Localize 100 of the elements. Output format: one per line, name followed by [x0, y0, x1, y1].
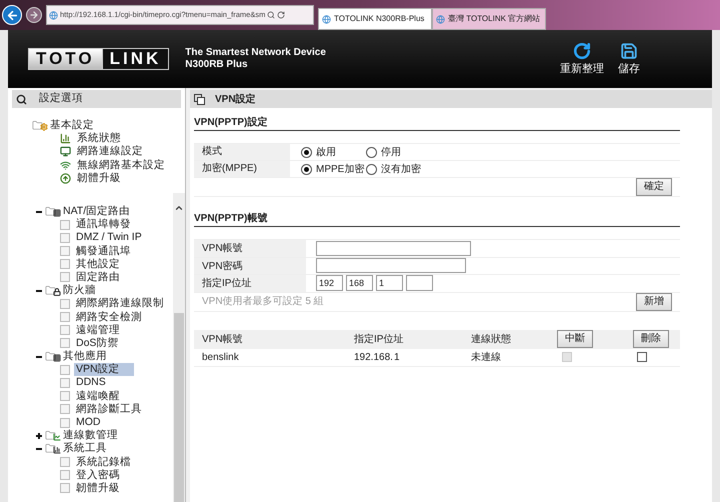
tree-item[interactable]: 其他設定 [74, 258, 122, 271]
page-icon [60, 470, 70, 480]
add-button[interactable]: 新增 [636, 292, 672, 310]
section-heading: VPN(PPTP)帳號 [194, 212, 680, 227]
search-icon[interactable] [267, 11, 276, 19]
field-label: 加密(MPPE) [194, 161, 290, 177]
page-icon [60, 220, 70, 230]
tree-item[interactable]: 通訊埠轉發 [74, 218, 133, 232]
radio-label: 停用 [381, 146, 401, 160]
page-icon [60, 391, 70, 402]
column-header: 連線狀態 [471, 332, 512, 346]
column-header: 指定IP位址 [354, 332, 404, 346]
tree-group[interactable]: 連線數管理 [63, 429, 118, 442]
radio-button[interactable] [301, 146, 312, 158]
column-header: VPN帳號 [202, 332, 244, 346]
radio-button[interactable] [366, 164, 377, 174]
globe-icon [436, 14, 445, 24]
tree-item[interactable]: 網路診斷工具 [74, 402, 144, 416]
tree-item[interactable]: 網路連線設定 [75, 145, 145, 158]
radio-label: 啟用 [316, 146, 336, 160]
tagline: The Smartest Network Device [185, 47, 326, 59]
browser-tab[interactable]: TOTOLINK N300RB-Plus [318, 8, 432, 30]
tree-item[interactable]: 系統記錄檔 [74, 456, 133, 469]
tree-item[interactable]: 遠端管理 [74, 324, 122, 337]
page-icon [60, 298, 70, 309]
tree-item[interactable]: DMZ / Twin IP [74, 231, 144, 244]
item-icon [60, 172, 71, 184]
ip-octet-field[interactable]: 1 [376, 275, 403, 292]
refresh-icon[interactable] [277, 11, 286, 19]
browser-tab[interactable]: 臺灣 TOTOLINK 官方網站 [432, 8, 546, 30]
tree-item[interactable]: 觸發通訊埠 [74, 244, 133, 258]
tree-group[interactable]: 系統工具 [63, 442, 107, 456]
tree-group[interactable]: 其他應用 [63, 350, 107, 364]
page-icon [60, 325, 70, 336]
item-icon [60, 146, 71, 158]
tree-item[interactable]: 固定路由 [74, 270, 122, 284]
page-icon [60, 232, 70, 243]
tree-group[interactable]: NAT/固定路由 [63, 205, 130, 218]
search-icon [16, 94, 27, 104]
page-title: VPN設定 [190, 90, 712, 108]
forward-button[interactable] [26, 7, 42, 23]
field-label: 指定IP位址 [194, 275, 306, 292]
logo: TOTO LINK [28, 48, 170, 70]
folder-icon [45, 351, 61, 362]
ip-octet-field[interactable]: 192 [316, 275, 343, 292]
radio-label: 沒有加密 [381, 162, 421, 176]
page-icon [60, 404, 70, 414]
back-button[interactable] [2, 5, 22, 25]
delete-button[interactable]: 刪除 [633, 330, 669, 348]
input-field[interactable] [316, 240, 471, 256]
folder-icon [45, 443, 61, 454]
tree-item[interactable]: 系統狀態 [75, 132, 123, 146]
tree-item[interactable]: DDNS [74, 376, 108, 390]
globe-icon [322, 14, 331, 24]
field-label: 模式 [194, 144, 290, 160]
folder-icon [32, 120, 48, 132]
back-arrow-icon [6, 8, 18, 22]
refresh-button[interactable]: 重新整理 [560, 42, 604, 76]
tree-item[interactable]: MOD [74, 416, 102, 430]
page-icon [60, 364, 70, 375]
page-icon [60, 418, 70, 428]
page-icon [60, 246, 70, 256]
tree-item[interactable]: 韌體升級 [75, 172, 123, 185]
tree-item[interactable]: 網路安全檢測 [74, 310, 144, 324]
tree-item[interactable]: 韌體升級 [74, 482, 122, 495]
tree-item[interactable]: 網際網路連線限制 [74, 297, 166, 310]
table-cell-text: benslink [202, 350, 240, 364]
tree-item[interactable]: 遠端喚醒 [74, 390, 122, 403]
ip-octet-field[interactable] [406, 275, 433, 292]
scrollbar[interactable] [173, 192, 185, 502]
checkbox[interactable] [637, 352, 647, 362]
page-icon [60, 272, 70, 282]
confirm-button[interactable]: 確定 [636, 178, 672, 196]
page-icon [60, 483, 70, 494]
save-button[interactable]: 儲存 [618, 42, 640, 76]
plus-icon[interactable] [36, 432, 42, 439]
item-icon [60, 160, 71, 171]
tree-group[interactable]: 基本設定 [50, 119, 94, 132]
page-icon [60, 312, 70, 322]
tree-item[interactable]: DoS防禦 [74, 336, 120, 350]
tree-group[interactable]: 防火牆 [63, 284, 96, 298]
page-icon [60, 259, 70, 270]
note-text: VPN使用者最多可設定 5 組 [202, 294, 324, 309]
forward-arrow-icon [29, 10, 39, 20]
field-label: VPN密碼 [194, 258, 306, 274]
radio-button[interactable] [301, 164, 312, 174]
ip-octet-field[interactable]: 168 [346, 275, 373, 292]
tree-item[interactable]: 無線網路基本設定 [75, 158, 167, 172]
table-cell-text: 未連線 [471, 350, 502, 364]
tree-item[interactable]: VPN設定 [74, 363, 134, 376]
disconnect-button[interactable]: 中斷 [557, 330, 593, 348]
radio-button[interactable] [366, 146, 377, 158]
page-icon [60, 338, 70, 348]
folder-icon [45, 206, 61, 218]
input-field[interactable] [316, 258, 466, 274]
item-icon [60, 133, 71, 144]
radio-label: MPPE加密 [316, 162, 364, 176]
tree-item[interactable]: 登入密碼 [74, 468, 122, 482]
folder-icon [45, 430, 61, 442]
model-name: N300RB Plus [185, 59, 249, 71]
